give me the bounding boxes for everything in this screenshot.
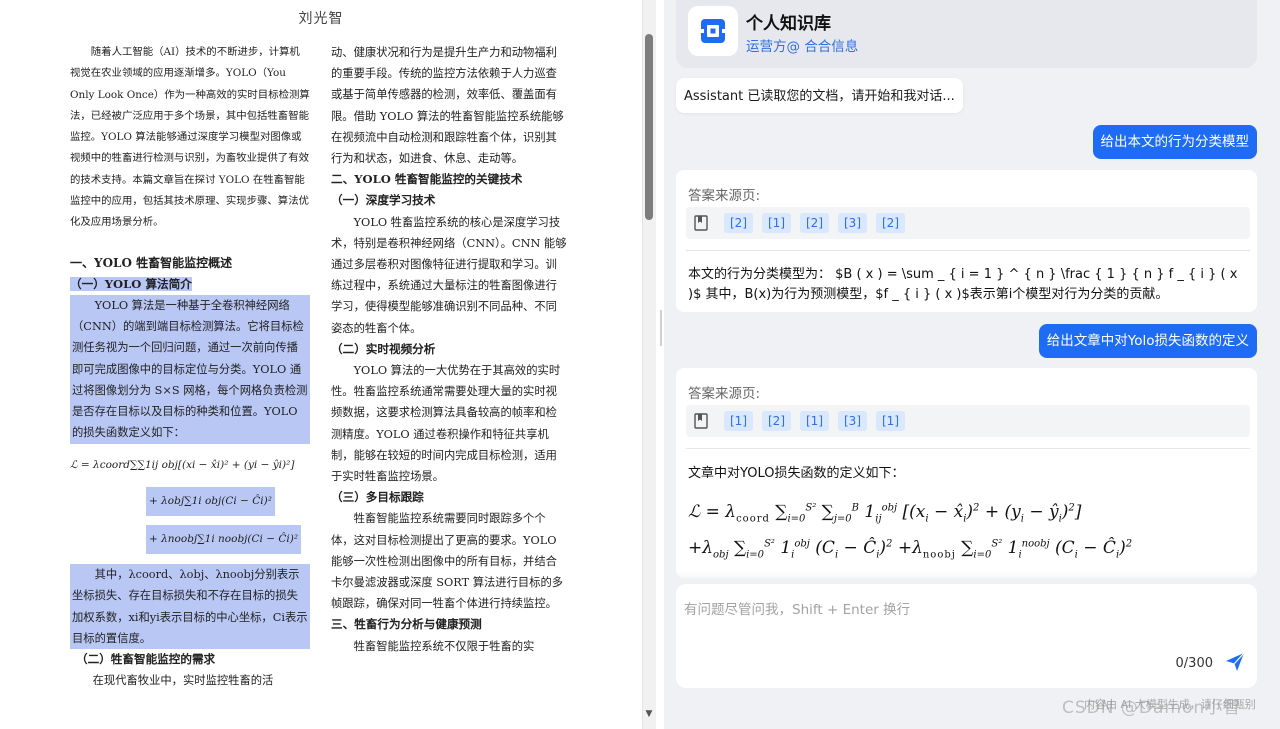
loss-formula-line-2: + λobj∑1i obj(Ci − Ĉi)² bbox=[146, 486, 275, 516]
citation-chip[interactable]: [1] bbox=[876, 411, 905, 431]
app-title: 个人知识库 bbox=[746, 14, 831, 34]
source-pages-label: 答案来源页: bbox=[688, 188, 761, 204]
chat-header: 个人知识库 运营方@ 合合信息 bbox=[676, 0, 1257, 68]
citation-chip[interactable]: [2] bbox=[724, 213, 753, 233]
section-2-1-paragraph: YOLO 牲畜监控系统的核心是深度学习技术，特别是卷积神经网络（CNN）。CNN… bbox=[331, 215, 567, 335]
section-heading-2: 二、YOLO 牲畜智能监控的关键技术 bbox=[331, 172, 523, 187]
citation-chip[interactable]: [1] bbox=[762, 213, 791, 233]
citation-chip[interactable]: [3] bbox=[838, 411, 867, 431]
app-operator-link[interactable]: 运营方@ 合合信息 bbox=[746, 35, 858, 55]
document-viewer[interactable]: 刘光智 随着人工智能（AI）技术的不断进步，计算机视觉在农业领域的应用逐渐增多。… bbox=[0, 0, 642, 729]
scroll-down-arrow-icon[interactable]: ▼ bbox=[644, 708, 654, 720]
section-3-paragraph: 牲畜智能监控系统不仅限于牲畜的实 bbox=[353, 639, 535, 653]
assistant-answer-card: 答案来源页: [2] [1] [2] [3] [2] 本文的行为分类模型为： $… bbox=[676, 170, 1257, 312]
user-message: 给出文章中对Yolo损失函数的定义 bbox=[1038, 324, 1257, 358]
user-message: 给出本文的行为分类模型 bbox=[1092, 125, 1257, 159]
chat-input-placeholder[interactable]: 有问题尽管问我，Shift + Enter 换行 bbox=[684, 598, 910, 618]
source-citations-bar: [2] [1] [2] [3] [2] bbox=[686, 207, 1250, 239]
app-logo-icon bbox=[688, 6, 738, 56]
continued-paragraph: 动、健康状况和行为是提升生产力和动物福利的重要手段。传统的监控方法依赖于人力巡查… bbox=[331, 46, 564, 166]
citation-chip[interactable]: [3] bbox=[838, 213, 867, 233]
loss-formula-line-3: + λnoobj∑1i noobj(Ci − Ĉi)² bbox=[146, 524, 302, 555]
loss-formula-line-1: ℒ = λcoord∑∑1ij obj[(xi − x̂i)² + (yi − … bbox=[70, 458, 295, 471]
section-2-2-paragraph: YOLO 算法的一大优势在于其高效的实时性。牲畜监控系统通常需要处理大量的实时视… bbox=[331, 364, 561, 484]
card-divider bbox=[686, 448, 1250, 449]
send-icon[interactable] bbox=[1225, 652, 1245, 672]
chat-panel: 个人知识库 运营方@ 合合信息 Assistant 已读取您的文档，请开始和我对… bbox=[664, 0, 1280, 729]
assistant-greeting: Assistant 已读取您的文档，请开始和我对话... bbox=[676, 78, 963, 113]
card-divider bbox=[686, 250, 1250, 251]
section-heading-1-1: （一）YOLO 算法简介 bbox=[70, 276, 192, 291]
chat-input-box[interactable]: 有问题尽管问我，Shift + Enter 换行 0/300 bbox=[676, 584, 1257, 688]
section-1-2-paragraph: 在现代畜牧业中，实时监控牲畜的活 bbox=[92, 674, 274, 688]
citation-chip[interactable]: [2] bbox=[876, 213, 905, 233]
section-heading-2-1: （一）深度学习技术 bbox=[331, 193, 436, 208]
assistant-answer-text: 文章中对YOLO损失函数的定义如下： bbox=[688, 466, 905, 481]
loss-formula-rendered-line-2: +λobj ∑i=0S² 1iobj (Ci − Ĉi)2 +λnoobj ∑i… bbox=[688, 538, 1133, 561]
section-heading-1: 一、YOLO 牲畜智能监控概述 bbox=[70, 255, 233, 270]
document-author: 刘光智 bbox=[298, 11, 344, 27]
document-scrollbar-thumb[interactable] bbox=[645, 34, 653, 220]
assistant-answer-text: 本文的行为分类模型为： $B ( x ) = \sum _ { i = 1 } … bbox=[688, 267, 1238, 302]
section-heading-2-3: （三）多目标跟踪 bbox=[331, 490, 424, 505]
section-1-1-paragraph: YOLO 算法是一种基于全卷积神经网络（CNN）的端到端目标检测算法。它将目标检… bbox=[70, 295, 310, 444]
loss-formula-note: 其中，λcoord、λobj、λnoobj分别表示坐标损失、存在目标损失和不存在… bbox=[70, 564, 310, 649]
source-pages-label: 答案来源页: bbox=[688, 386, 761, 402]
citation-chip[interactable]: [1] bbox=[724, 411, 753, 431]
bookmark-icon[interactable] bbox=[694, 413, 708, 429]
document-left-column: 随着人工智能（AI）技术的不断进步，计算机视觉在农业领域的应用逐渐增多。YOLO… bbox=[70, 42, 310, 691]
source-citations-bar: [1] [2] [1] [3] [1] bbox=[686, 405, 1250, 437]
bookmark-icon[interactable] bbox=[694, 215, 708, 231]
document-abstract: 随着人工智能（AI）技术的不断进步，计算机视觉在农业领域的应用逐渐增多。YOLO… bbox=[70, 46, 310, 229]
section-heading-1-2: （二）牲畜智能监控的需求 bbox=[76, 651, 216, 666]
assistant-answer-card: 答案来源页: [1] [2] [1] [3] [1] 文章中对YOLO损失函数的… bbox=[676, 368, 1257, 578]
citation-chip[interactable]: [2] bbox=[762, 411, 791, 431]
csdn-watermark: CSDN @Damon小智 bbox=[1062, 698, 1242, 718]
document-right-column: 动、健康状况和行为是提升生产力和动物福利的重要手段。传统的监控方法依赖于人力巡查… bbox=[331, 42, 568, 657]
section-heading-2-2: （二）实时视频分析 bbox=[331, 341, 436, 356]
loss-formula-rendered-line-1: ℒ = λcoord ∑i=0S² ∑j=0B 1ijobj [(xi − x̂… bbox=[688, 502, 1082, 525]
citation-chip[interactable]: [2] bbox=[800, 213, 829, 233]
section-heading-3: 三、牲畜行为分析与健康预测 bbox=[331, 617, 482, 632]
section-2-3-paragraph: 牲畜智能监控系统需要同时跟踪多个个体，这对目标检测提出了更高的要求。YOLO 能… bbox=[331, 512, 564, 611]
citation-chip[interactable]: [1] bbox=[800, 411, 829, 431]
character-count: 0/300 bbox=[1175, 656, 1213, 671]
